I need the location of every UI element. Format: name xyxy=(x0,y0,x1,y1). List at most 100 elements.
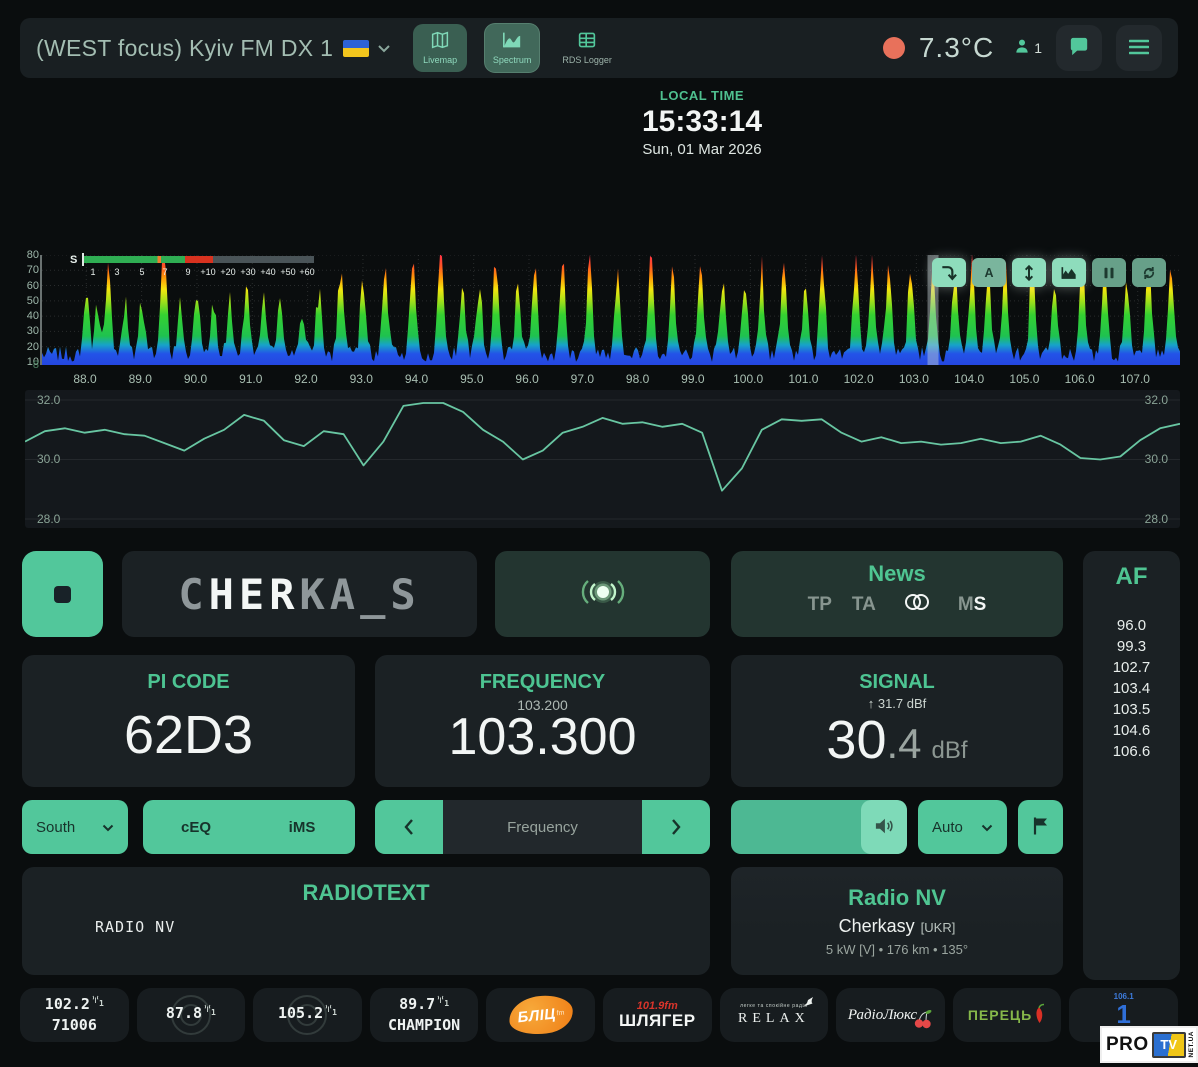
bandwidth-select[interactable]: Auto xyxy=(918,800,1007,854)
local-time-label: LOCAL TIME xyxy=(642,88,762,103)
tab-rds-logger[interactable]: RDS Logger xyxy=(557,24,617,72)
stereo-indicator-panel xyxy=(495,551,710,637)
tab-spectrum[interactable]: Spectrum xyxy=(485,24,539,72)
history-tick: 32.0 xyxy=(1145,393,1168,407)
history-tick: 28.0 xyxy=(37,512,60,526)
hummingbird-icon xyxy=(801,996,814,1011)
listeners-count: 1 xyxy=(1034,40,1042,56)
chat-bubble-icon xyxy=(1068,37,1090,60)
map-icon xyxy=(430,31,450,52)
preset-station-champion[interactable]: 89.71 CHAMPION xyxy=(370,988,479,1042)
chevron-down-icon xyxy=(102,819,114,836)
station-name: Radio NV xyxy=(848,885,946,911)
spectrum-peak-hold-button[interactable] xyxy=(932,258,966,287)
speaker-icon xyxy=(873,817,895,838)
listeners-counter: 1 xyxy=(1014,38,1042,59)
step-down-button[interactable] xyxy=(375,800,443,854)
local-time-block: LOCAL TIME 15:33:14 Sun, 01 Mar 2026 xyxy=(642,88,762,158)
eq-toggle[interactable]: cEQ xyxy=(143,800,249,854)
af-frequency[interactable]: 99.3 xyxy=(1083,636,1180,657)
preset-station-shlyager[interactable]: 101.9fm ШЛЯГЕР xyxy=(603,988,712,1042)
shlyager-freq: 101.9fm xyxy=(637,1001,678,1012)
preset-station-perets[interactable]: ПЕРЕЦЬ xyxy=(953,988,1062,1042)
pi-code-value: 62D3 xyxy=(124,708,253,762)
pty-flags-panel: News TP TA MS xyxy=(731,551,1063,637)
shlyager-logo: ШЛЯГЕР xyxy=(619,1012,696,1030)
relax-logo: RELAX xyxy=(738,1011,810,1027)
tab-livemap[interactable]: Livemap xyxy=(413,24,467,72)
af-frequency[interactable]: 96.0 xyxy=(1083,615,1180,636)
signal-value-int: 30 xyxy=(826,711,886,770)
s-meter-label: S xyxy=(70,254,77,266)
radiotext-value: RADIO NV xyxy=(22,918,710,936)
protv-net-text: NET.UA xyxy=(1188,1031,1195,1057)
bookmark-flag-button[interactable] xyxy=(1018,800,1063,854)
frequency-title: FREQUENCY xyxy=(480,671,606,694)
preset-station-lux[interactable]: РадіоЛюкс xyxy=(836,988,945,1042)
af-frequency[interactable]: 104.6 xyxy=(1083,720,1180,741)
tab-rds-logger-label: RDS Logger xyxy=(562,55,612,65)
spectrum-refresh-button[interactable] xyxy=(1132,258,1166,287)
ps-name-panel: CHERKA_S xyxy=(122,551,477,637)
af-frequency[interactable]: 103.4 xyxy=(1083,678,1180,699)
af-frequency[interactable]: 103.5 xyxy=(1083,699,1180,720)
stereo-circles-icon xyxy=(902,592,932,617)
chart-area-icon xyxy=(502,31,522,52)
frequency-value: 103.300 xyxy=(449,711,637,763)
tp-flag: TP xyxy=(808,594,832,616)
preset-station-105-2[interactable]: 105.21 xyxy=(253,988,362,1042)
signal-panel: SIGNAL 31.7 dBf 30 .4 dBf xyxy=(731,655,1063,787)
spectrum-autoscale-button[interactable]: A xyxy=(972,258,1006,287)
relax-slogan: легке та спокійне радіо xyxy=(740,1003,808,1009)
preset-station-87-8[interactable]: 87.81 xyxy=(137,988,246,1042)
signal-peak: 31.7 dBf xyxy=(878,696,926,711)
spectrum-toolbar: A xyxy=(932,258,1166,287)
local-date: Sun, 01 Mar 2026 xyxy=(642,141,762,158)
spectrum-vertical-zoom-button[interactable] xyxy=(1012,258,1046,287)
history-tick: 30.0 xyxy=(1145,452,1168,466)
ms-flag: MS xyxy=(958,594,987,616)
tab-spectrum-label: Spectrum xyxy=(493,55,532,65)
preset-station-blits[interactable]: БЛІЦfm xyxy=(486,988,595,1042)
s-meter: S 13579+10+20+30+40+50+60 xyxy=(70,256,320,282)
stereo-signal-icon xyxy=(570,573,636,616)
stop-icon xyxy=(54,586,71,603)
lux-logo: РадіоЛюкс xyxy=(848,1007,917,1024)
server-title[interactable]: (WEST focus) Kyiv FM DX 1 xyxy=(36,35,333,62)
top-bar: (WEST focus) Kyiv FM DX 1 Livemap Spectr… xyxy=(20,18,1178,78)
frequency-input[interactable] xyxy=(443,800,642,854)
af-list: 96.099.3102.7103.4103.5104.6106.6 xyxy=(1083,615,1180,762)
chevron-down-icon[interactable] xyxy=(377,44,391,53)
audio-stop-button[interactable] xyxy=(22,551,103,637)
af-frequency[interactable]: 102.7 xyxy=(1083,657,1180,678)
preset-station-102-2[interactable]: 102.21 71006 xyxy=(20,988,129,1042)
signal-unit: dBf xyxy=(932,737,968,765)
spectrum-graph-mode-button[interactable] xyxy=(1052,258,1086,287)
ims-toggle[interactable]: iMS xyxy=(249,800,355,854)
signal-value-dec: .4 xyxy=(887,720,922,768)
mute-button[interactable] xyxy=(861,800,907,854)
chat-button[interactable] xyxy=(1056,25,1102,71)
preset-station-relax[interactable]: легке та спокійне радіо RELAX xyxy=(720,988,829,1042)
volume-slider[interactable] xyxy=(731,800,907,854)
pepper-icon xyxy=(1034,1003,1046,1028)
spectrum-pause-button[interactable] xyxy=(1092,258,1126,287)
history-tick: 28.0 xyxy=(1145,512,1168,526)
antenna-select[interactable]: South xyxy=(22,800,128,854)
history-tick: 30.0 xyxy=(37,452,60,466)
station-details: 5 kW [V] • 176 km • 135° xyxy=(826,942,968,957)
history-tick: 32.0 xyxy=(37,393,60,407)
station-city: Cherkasy xyxy=(839,916,915,936)
flag-icon xyxy=(1032,816,1050,839)
person-icon xyxy=(1014,38,1030,59)
radiotext-title: RADIOTEXT xyxy=(22,880,710,906)
pty-label: News xyxy=(731,561,1063,587)
up-arrow-icon xyxy=(868,696,878,711)
weather-status-dot xyxy=(883,37,905,59)
protv-tv-icon: TV xyxy=(1152,1032,1186,1058)
menu-button[interactable] xyxy=(1116,25,1162,71)
af-frequency[interactable]: 106.6 xyxy=(1083,741,1180,762)
pi-code-panel: PI CODE 62D3 xyxy=(22,655,355,787)
blits-logo: БЛІЦfm xyxy=(507,993,575,1037)
step-up-button[interactable] xyxy=(642,800,710,854)
